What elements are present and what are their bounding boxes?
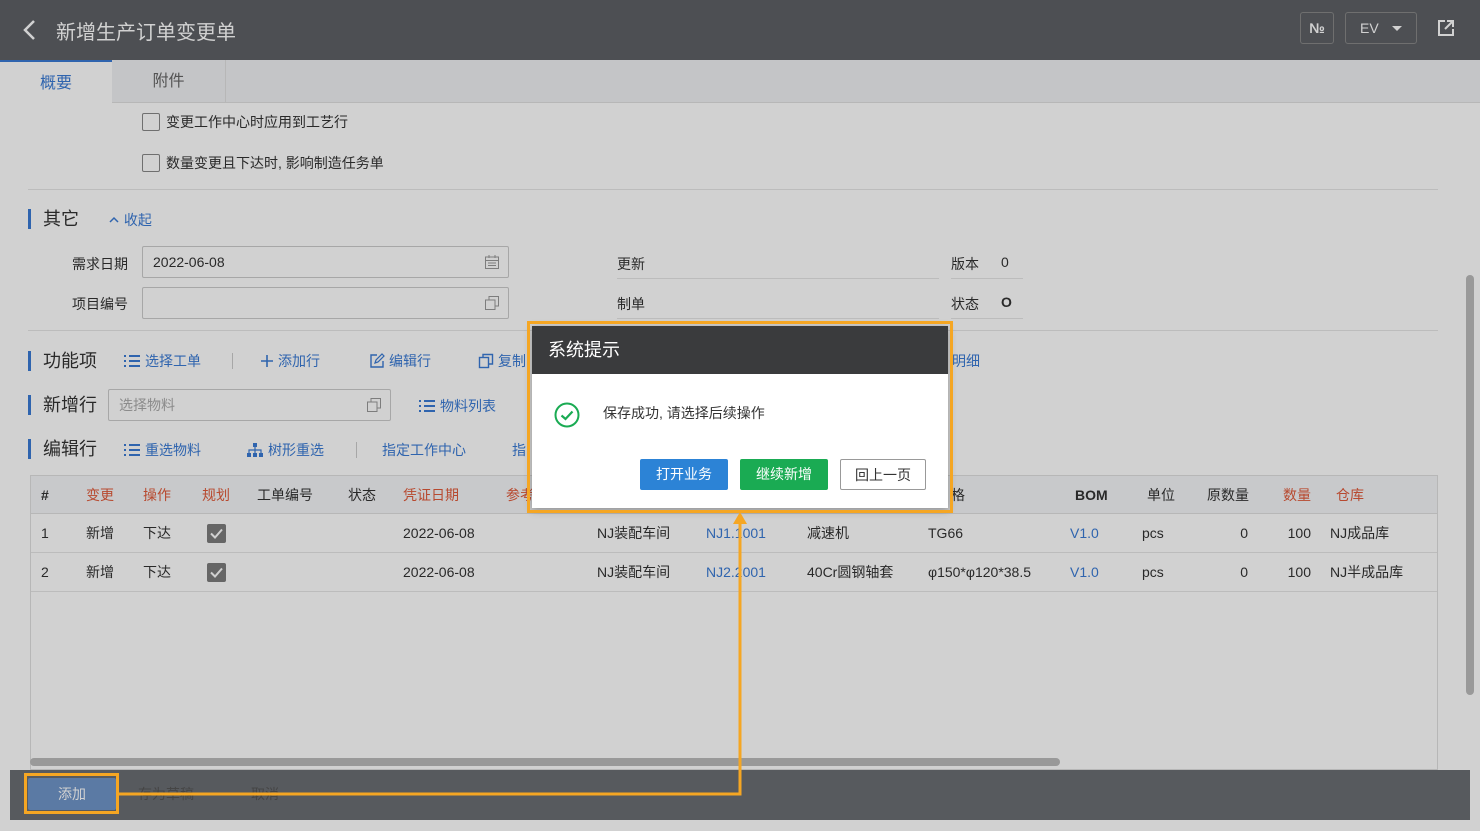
connector-arrow (119, 512, 747, 796)
